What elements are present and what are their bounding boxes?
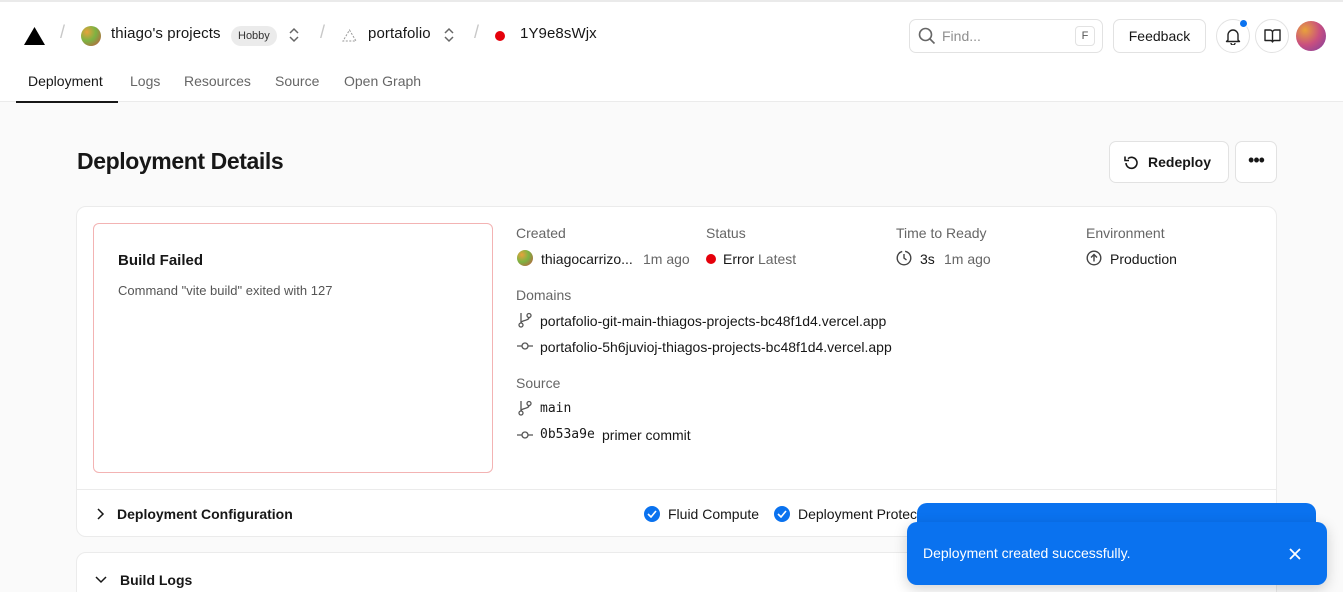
search-icon: [918, 27, 936, 45]
deployment-configuration-label: Deployment Configuration: [117, 506, 293, 522]
clock-icon: [896, 250, 912, 266]
status-tag: Latest: [758, 251, 797, 267]
time-to-ready-value: 3s: [920, 251, 935, 267]
breadcrumb-separator: /: [320, 22, 326, 42]
domain-link[interactable]: portafolio-git-main-thiagos-projects-bc4…: [540, 313, 886, 329]
created-user[interactable]: thiagocarrizo...: [541, 251, 633, 267]
redeploy-label: Redeploy: [1148, 154, 1212, 170]
build-failed-message: Command "vite build" exited with 127: [118, 283, 333, 298]
breadcrumb-separator: /: [60, 22, 66, 42]
source-commit-hash[interactable]: 0b53a9e: [540, 427, 595, 442]
environment-value: Production: [1110, 251, 1177, 267]
redeploy-button[interactable]: Redeploy: [1109, 141, 1229, 183]
project-name[interactable]: portafolio: [368, 25, 431, 42]
toast-message: Deployment created successfully.: [923, 545, 1131, 561]
redeploy-icon: [1124, 156, 1138, 170]
domain-link[interactable]: portafolio-5h6juvioj-thiagos-projects-bc…: [540, 339, 892, 355]
project-triangle-icon: [342, 29, 357, 42]
close-icon[interactable]: [1287, 546, 1303, 562]
status-dot: [706, 254, 716, 264]
more-icon: •••: [1248, 150, 1265, 170]
search-input[interactable]: Find... F: [909, 19, 1103, 53]
build-failed-title: Build Failed: [118, 252, 204, 269]
bell-icon: [1225, 29, 1241, 45]
production-arrow-icon: [1086, 250, 1102, 266]
deployment-status-dot: [495, 31, 505, 41]
search-shortcut-key: F: [1075, 26, 1095, 46]
success-toast: Deployment created successfully.: [907, 522, 1327, 585]
top-header: / thiago's projects Hobby / portafolio /…: [0, 0, 1343, 103]
status-value: Error: [723, 251, 755, 267]
page-title: Deployment Details: [77, 148, 284, 174]
check-circle-icon: [644, 506, 660, 522]
build-logs-label: Build Logs: [120, 572, 193, 588]
search-placeholder: Find...: [942, 28, 981, 44]
source-commit-message[interactable]: primer commit: [602, 427, 691, 443]
project-switcher-icon[interactable]: [443, 26, 455, 44]
vercel-logo-icon[interactable]: [24, 27, 45, 45]
notifications-button[interactable]: [1216, 19, 1250, 53]
environment-label: Environment: [1086, 225, 1165, 241]
git-branch-icon: [518, 400, 532, 416]
git-commit-icon: [517, 342, 533, 350]
time-to-ready-label: Time to Ready: [896, 225, 987, 241]
chevron-down-icon: [95, 576, 107, 584]
docs-button[interactable]: [1255, 19, 1289, 53]
notification-dot: [1239, 19, 1248, 28]
source-branch[interactable]: main: [540, 401, 571, 416]
user-avatar[interactable]: [1296, 21, 1326, 51]
feedback-button[interactable]: Feedback: [1113, 19, 1206, 53]
breadcrumb-separator: /: [474, 22, 480, 42]
feature-fluid-compute: Fluid Compute: [668, 506, 760, 522]
creator-avatar: [517, 250, 533, 266]
tab-deployment[interactable]: Deployment: [28, 73, 103, 89]
created-time: 1m ago: [643, 251, 690, 267]
deployment-id[interactable]: 1Y9e8sWjx: [520, 25, 597, 42]
build-failed-panel: Build Failed Command "vite build" exited…: [93, 223, 493, 473]
source-label: Source: [516, 375, 561, 391]
tab-resources[interactable]: Resources: [184, 73, 251, 89]
team-name[interactable]: thiago's projects: [111, 25, 221, 42]
tab-open-graph[interactable]: Open Graph: [344, 73, 421, 89]
team-switcher-icon[interactable]: [288, 26, 300, 44]
status-label: Status: [706, 225, 746, 241]
deployment-details-card: Build Failed Command "vite build" exited…: [76, 206, 1277, 537]
created-label: Created: [516, 225, 566, 241]
team-avatar: [81, 26, 101, 46]
git-commit-icon: [517, 431, 533, 439]
plan-badge: Hobby: [231, 26, 277, 46]
chevron-right-icon: [97, 508, 105, 520]
feature-deployment-protection: Deployment Protec: [798, 506, 918, 522]
top-bar: / thiago's projects Hobby / portafolio /…: [0, 2, 1343, 66]
domains-label: Domains: [516, 287, 572, 303]
tab-logs[interactable]: Logs: [130, 73, 160, 89]
book-open-icon: [1264, 29, 1281, 43]
git-branch-icon: [518, 312, 532, 328]
tab-source[interactable]: Source: [275, 73, 319, 89]
time-to-ready-time: 1m ago: [944, 251, 991, 267]
active-tab-indicator: [16, 101, 118, 103]
more-options-button[interactable]: •••: [1235, 141, 1277, 183]
check-circle-icon: [774, 506, 790, 522]
